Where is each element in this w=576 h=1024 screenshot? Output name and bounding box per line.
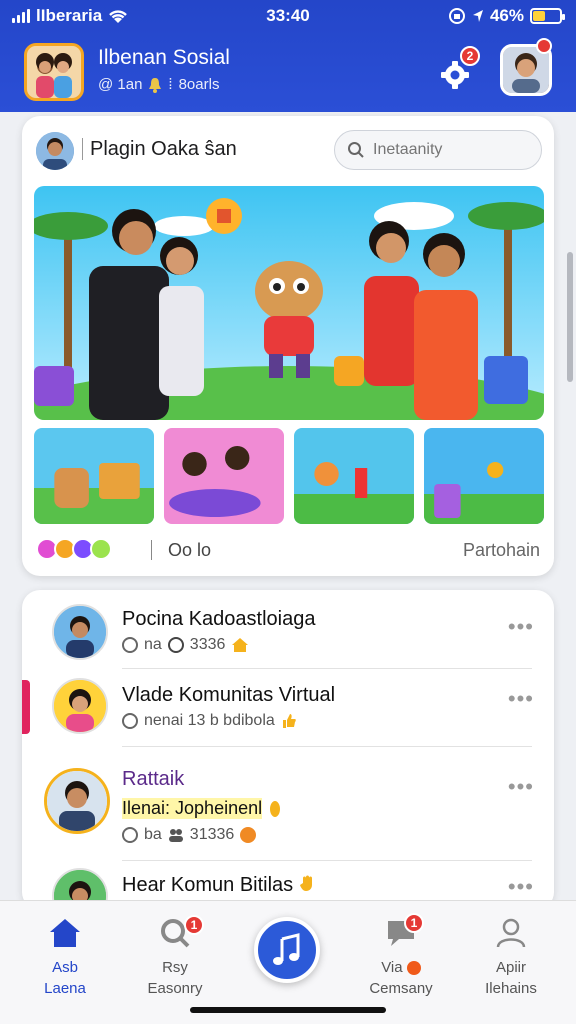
nav-chat[interactable]: 1 Via Cemsany	[346, 913, 456, 997]
avatar	[52, 604, 108, 660]
active-indicator	[22, 680, 30, 734]
search-box[interactable]	[334, 130, 542, 170]
poster-avatar[interactable]	[36, 132, 74, 170]
item-meta: ba 31336	[122, 826, 257, 844]
hero-illustration	[34, 186, 544, 420]
thumbnail[interactable]	[424, 428, 544, 524]
search-badge: 1	[184, 915, 204, 935]
item-title: Hear Komun Bitilas	[122, 874, 315, 897]
nav-label: Laena	[44, 980, 86, 997]
info-icon	[122, 637, 138, 653]
app-group-avatar[interactable]	[24, 43, 84, 101]
post-footer: Oo lo Partohain	[36, 534, 540, 566]
search-icon	[348, 142, 364, 158]
footer-divider	[151, 540, 152, 560]
thumbs-up-icon	[282, 714, 296, 728]
app-subtitle: @ 1an ⁞ 8oarls	[98, 76, 220, 93]
home-icon	[232, 638, 249, 652]
lock-rotation-icon	[448, 8, 465, 24]
footer-left-label[interactable]: Oo lo	[168, 540, 211, 561]
view-icon	[167, 637, 184, 653]
notification-dot	[406, 961, 421, 976]
wave-hand-icon	[270, 800, 281, 817]
nav-label: Asb	[52, 959, 78, 976]
thumbnail[interactable]	[164, 428, 284, 524]
thumbnail[interactable]	[294, 428, 414, 524]
reaction-icons[interactable]	[36, 538, 112, 560]
post-title: Plagin Oaka ŝan	[90, 138, 237, 160]
more-button[interactable]: •••	[508, 774, 534, 800]
list-item[interactable]: Vlade Komunitas Virtual nenai 13 b bdibo…	[22, 676, 554, 756]
footer-right-label[interactable]: Partohain	[463, 540, 540, 561]
nav-label: Cemsany	[369, 980, 433, 997]
search-input[interactable]	[373, 141, 523, 159]
avatar	[44, 768, 110, 834]
item-title: Vlade Komunitas Virtual	[122, 684, 336, 706]
nav-label: Easonry	[147, 980, 203, 997]
bottom-navigation: Asb Laena 1 Rsy Easonry 1 Via Cemsany Ap…	[0, 900, 576, 1024]
chat-badge: 1	[404, 913, 424, 933]
info-icon	[122, 713, 138, 729]
nav-home[interactable]: Asb Laena	[10, 913, 120, 997]
more-button[interactable]: •••	[508, 686, 534, 712]
users-icon	[168, 829, 183, 842]
home-indicator[interactable]	[190, 1007, 386, 1013]
more-button[interactable]: •••	[508, 874, 534, 900]
row-divider	[122, 860, 532, 861]
user-icon	[496, 918, 526, 948]
item-highlight: Ilenai: Jopheinenl	[122, 798, 282, 819]
nav-label: Via	[346, 959, 456, 976]
item-meta: nenai 13 b bdibola	[122, 712, 297, 730]
settings-button[interactable]: 2	[440, 46, 480, 90]
reaction-icon	[90, 538, 112, 560]
settings-badge: 2	[460, 46, 480, 66]
location-arrow-icon	[472, 10, 483, 22]
list-item[interactable]: Rattaik Ilenai: Jopheinenl ba 31336 •••	[22, 760, 554, 860]
coin-icon	[240, 827, 257, 843]
item-meta: na 3336	[122, 636, 249, 654]
nav-profile[interactable]: Apiir Ilehains	[456, 913, 566, 997]
hero-image[interactable]	[34, 186, 544, 420]
thumbnail-strip	[34, 428, 544, 524]
row-divider	[122, 746, 532, 747]
nav-label: Rsy	[162, 959, 188, 976]
home-icon	[50, 919, 80, 947]
app-header: lIberaria 33:40 46% Ilbenan Sosial @ 1an…	[0, 0, 576, 112]
item-title: Rattaik	[122, 768, 185, 790]
battery-percent: 46%	[489, 6, 524, 25]
more-button[interactable]: •••	[508, 614, 534, 640]
nav-search[interactable]: 1 Rsy Easonry	[120, 913, 230, 997]
thumbnail[interactable]	[34, 428, 154, 524]
row-divider	[122, 668, 532, 669]
music-button[interactable]	[254, 917, 320, 983]
avatar	[52, 678, 108, 734]
bell-icon	[149, 77, 162, 93]
nav-label: Apiir	[495, 959, 526, 976]
profile-notification-dot	[536, 38, 552, 54]
status-bar: lIberaria 33:40 46%	[0, 6, 576, 28]
battery-icon	[530, 8, 565, 24]
info-icon	[122, 827, 138, 843]
music-note-icon	[273, 933, 300, 965]
item-title: Pocina Kadoastloiaga	[122, 608, 316, 630]
nav-label: Ilehains	[485, 980, 537, 997]
feed-card: Plagin Oaka ŝan Inetaanity Oo lo Partoha…	[22, 116, 554, 576]
scrollbar[interactable]	[567, 252, 573, 382]
community-list: Pocina Kadoastloiaga na 3336 ••• Vlade K…	[22, 590, 554, 910]
hand-icon	[299, 875, 312, 891]
app-title: Ilbenan Sosial	[98, 46, 230, 69]
subtitle-dot: ⁞	[168, 76, 173, 93]
title-divider	[82, 138, 83, 160]
battery-level	[533, 11, 545, 21]
